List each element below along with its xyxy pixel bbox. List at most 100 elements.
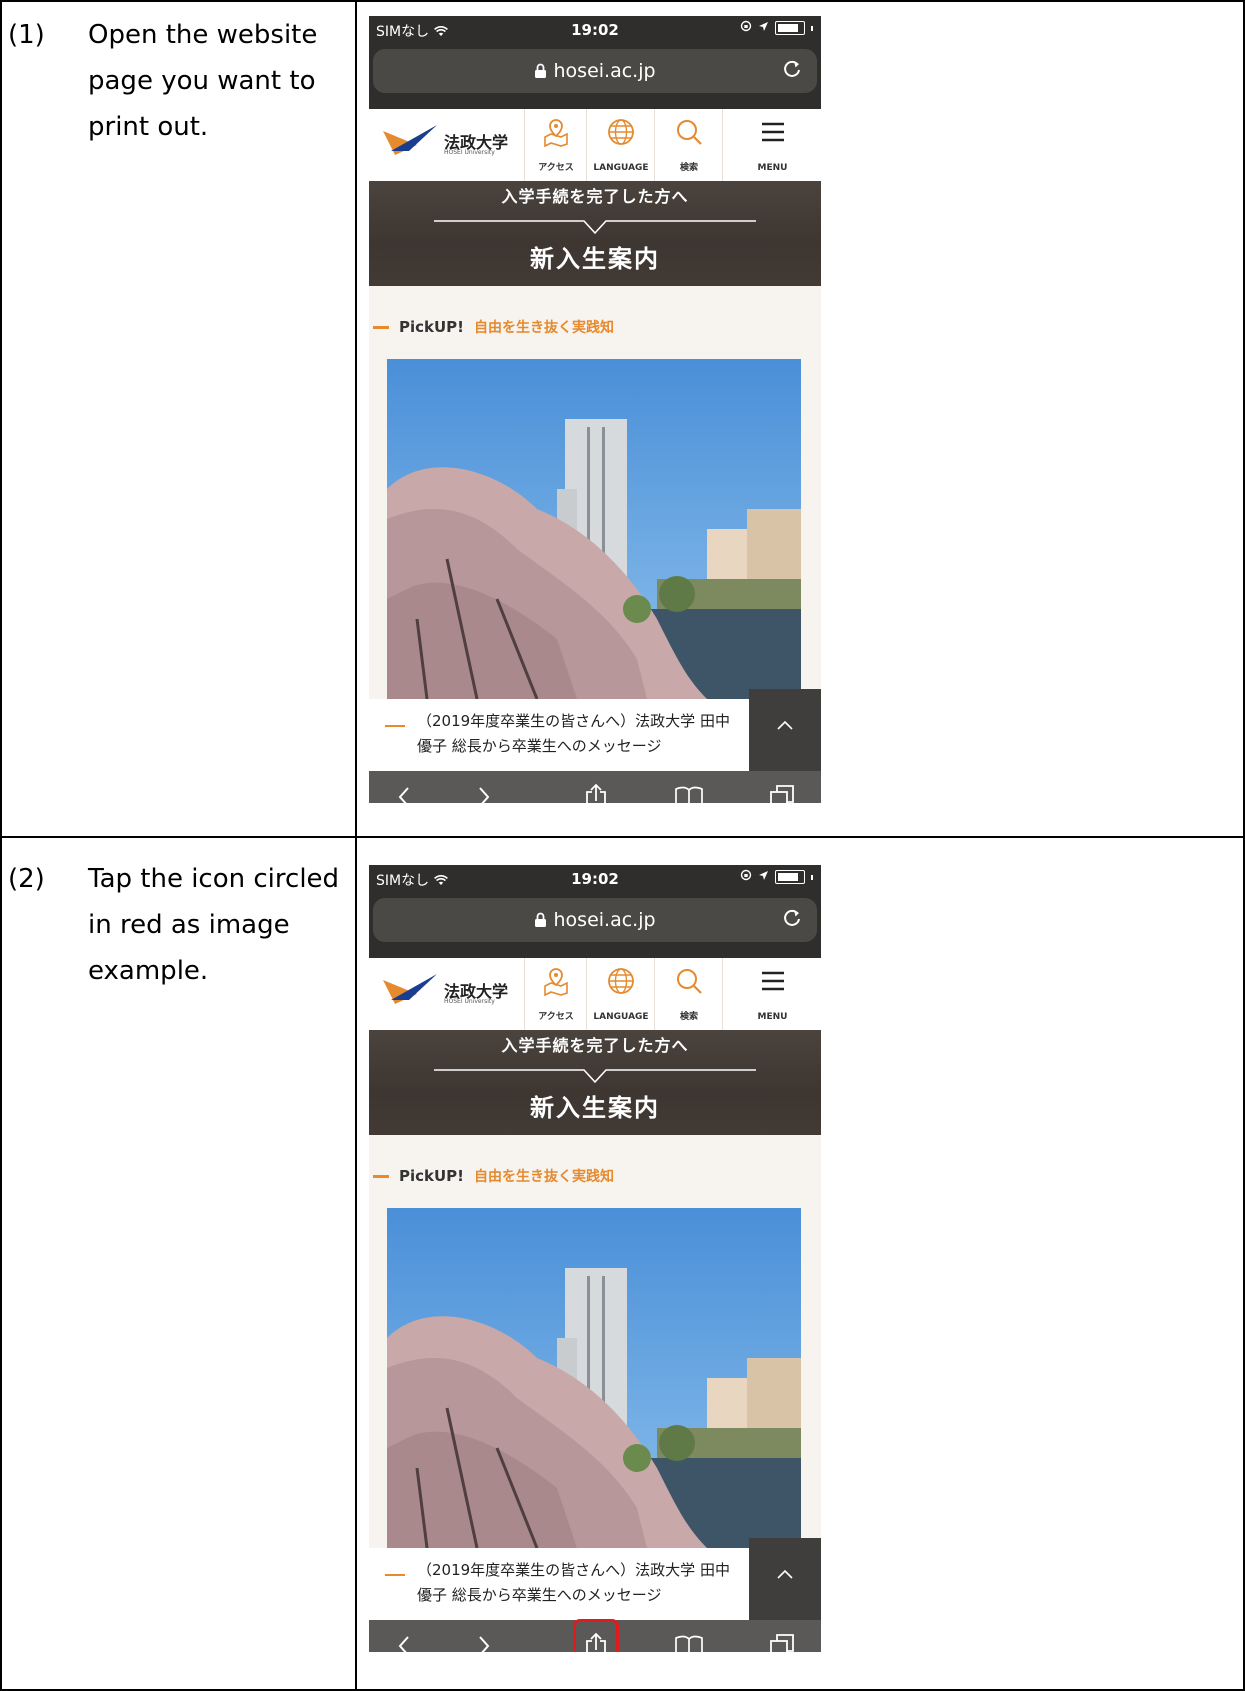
scroll-top-button[interactable] <box>749 689 821 771</box>
tabs-button[interactable] <box>747 771 817 803</box>
nav-search[interactable]: 検索 <box>654 109 723 181</box>
caption-text: （2019年度卒業生の皆さんへ）法政大学 田中 優子 総長から卒業生へのメッセー… <box>417 709 757 759</box>
url-text: hosei.ac.jp <box>553 909 656 931</box>
lock-icon <box>534 909 547 931</box>
freshman-banner[interactable]: 入学手続を完了した方へ 新入生案内 <box>369 1030 821 1135</box>
step-instruction: Tap the icon circled in red as image exa… <box>88 864 340 986</box>
pickup-heading: PickUP! 自由を生き抜く実践知 <box>369 1165 614 1187</box>
pickup-label: PickUP! <box>399 1167 465 1185</box>
caption-line-1: （2019年度卒業生の皆さんへ）法政大学 田中 <box>417 1561 730 1579</box>
tabs-icon <box>770 785 794 803</box>
status-bar: SIMなし 19:02 <box>369 865 821 893</box>
forward-button[interactable] <box>449 771 519 803</box>
phone-screenshot-2: SIMなし 19:02 hosei.ac.jp 法政大学 HOSEI Unive… <box>369 865 821 1652</box>
page-content: PickUP! 自由を生き抜く実践知 <box>369 286 821 699</box>
hosei-logo-icon[interactable] <box>381 970 439 1014</box>
bookmarks-button[interactable] <box>654 771 724 803</box>
battery-icon <box>775 870 805 884</box>
step-instruction: Open the website page you want to print … <box>88 20 318 142</box>
phone-screenshot-1: SIMなし 19:02 hosei.ac.jp 法政大学 HOSEI Unive… <box>369 16 821 803</box>
back-button[interactable] <box>369 1620 439 1652</box>
forward-icon <box>479 1636 490 1652</box>
caption-line-1: （2019年度卒業生の皆さんへ）法政大学 田中 <box>417 712 730 730</box>
url-text: hosei.ac.jp <box>553 60 656 82</box>
status-icons <box>740 20 813 36</box>
news-caption[interactable]: （2019年度卒業生の皆さんへ）法政大学 田中 優子 総長から卒業生へのメッセー… <box>369 689 821 771</box>
news-caption[interactable]: （2019年度卒業生の皆さんへ）法政大学 田中 優子 総長から卒業生へのメッセー… <box>369 1538 821 1620</box>
logo-sub: HOSEI University <box>444 998 495 1005</box>
nav-label: MENU <box>757 163 788 173</box>
cherry-blossom-photo[interactable] <box>387 359 801 699</box>
orientation-lock-icon <box>740 20 752 36</box>
freshman-banner[interactable]: 入学手続を完了した方へ 新入生案内 <box>369 181 821 286</box>
orientation-lock-icon <box>740 869 752 885</box>
step-number: (1) <box>8 20 45 50</box>
safari-toolbar <box>369 771 821 803</box>
caption-line-2: 優子 総長から卒業生へのメッセージ <box>417 737 662 755</box>
back-button[interactable] <box>369 771 439 803</box>
location-icon <box>758 20 769 36</box>
address-area: hosei.ac.jp <box>369 44 821 109</box>
table-border-left <box>0 0 2 1691</box>
nav-label: LANGUAGE <box>593 1012 649 1022</box>
hosei-logo-icon[interactable] <box>381 121 439 165</box>
nav-label: アクセス <box>538 1012 574 1022</box>
forward-button[interactable] <box>449 1620 519 1652</box>
back-icon <box>398 787 409 803</box>
address-area: hosei.ac.jp <box>369 893 821 958</box>
url-display[interactable]: hosei.ac.jp <box>373 909 817 931</box>
bookmarks-button[interactable] <box>654 1620 724 1652</box>
banner-divider <box>434 220 756 235</box>
tabs-button[interactable] <box>747 1620 817 1652</box>
nav-search[interactable]: 検索 <box>654 958 723 1030</box>
site-header: 法政大学 HOSEI University アクセス LANGUAGE 検索 M… <box>369 109 821 181</box>
share-icon <box>586 783 606 803</box>
pickup-tag[interactable]: 自由を生き抜く実践知 <box>474 317 614 337</box>
nav-access[interactable]: アクセス <box>524 109 587 181</box>
nav-access[interactable]: アクセス <box>524 958 587 1030</box>
status-icons <box>740 869 813 885</box>
status-bar: SIMなし 19:02 <box>369 16 821 44</box>
banner-title: 新入生案内 <box>530 245 660 273</box>
address-bar[interactable]: hosei.ac.jp <box>373 49 817 93</box>
chevron-up-icon <box>777 720 793 730</box>
nav-menu[interactable]: MENU <box>722 958 821 1030</box>
reload-icon[interactable] <box>781 58 803 84</box>
nav-language[interactable]: LANGUAGE <box>586 958 655 1030</box>
page-content: PickUP! 自由を生き抜く実践知 <box>369 1135 821 1548</box>
nav-label: 検索 <box>679 1012 698 1022</box>
table-column-divider <box>355 0 357 1691</box>
caption-text: （2019年度卒業生の皆さんへ）法政大学 田中 優子 総長から卒業生へのメッセー… <box>417 1558 757 1608</box>
reload-icon[interactable] <box>781 907 803 933</box>
url-display[interactable]: hosei.ac.jp <box>373 60 817 82</box>
scroll-top-button[interactable] <box>749 1538 821 1620</box>
pickup-heading: PickUP! 自由を生き抜く実践知 <box>369 316 614 338</box>
share-button[interactable] <box>561 771 631 803</box>
banner-title: 新入生案内 <box>530 1094 660 1122</box>
lock-icon <box>534 60 547 82</box>
tabs-icon <box>770 1634 794 1652</box>
banner-subtitle: 入学手続を完了した方へ <box>501 1036 689 1055</box>
pickup-label: PickUP! <box>399 318 465 336</box>
nav-menu[interactable]: MENU <box>722 109 821 181</box>
bookmarks-icon <box>675 786 703 803</box>
pickup-tag[interactable]: 自由を生き抜く実践知 <box>474 1166 614 1186</box>
forward-icon <box>479 787 490 803</box>
site-header: 法政大学 HOSEI University アクセス LANGUAGE 検索 M… <box>369 958 821 1030</box>
nav-language[interactable]: LANGUAGE <box>586 109 655 181</box>
nav-label: 検索 <box>679 163 698 173</box>
nav-label: MENU <box>757 1012 788 1022</box>
table-row-divider <box>0 836 1245 838</box>
bookmarks-icon <box>675 1635 703 1652</box>
banner-divider <box>434 1069 756 1084</box>
table-border-top <box>0 0 1245 2</box>
location-icon <box>758 869 769 885</box>
address-bar[interactable]: hosei.ac.jp <box>373 898 817 942</box>
nav-label: LANGUAGE <box>593 163 649 173</box>
share-icon-highlight <box>573 1619 619 1652</box>
cherry-blossom-photo[interactable] <box>387 1208 801 1548</box>
logo-sub: HOSEI University <box>444 149 495 156</box>
battery-icon <box>775 21 805 35</box>
step-number: (2) <box>8 864 45 894</box>
caption-line-2: 優子 総長から卒業生へのメッセージ <box>417 1586 662 1604</box>
